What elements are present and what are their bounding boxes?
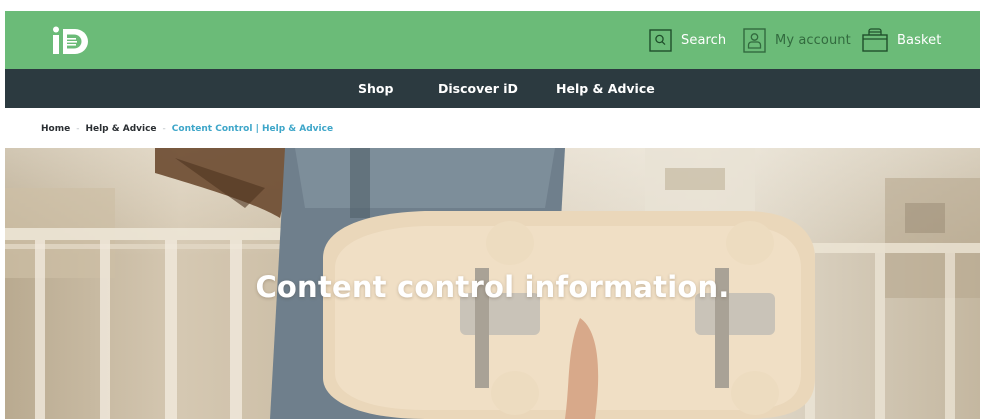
my-account-link[interactable]: My account	[743, 25, 851, 55]
nav-discover-id[interactable]: Discover iD	[438, 69, 518, 108]
breadcrumb-separator: -	[162, 124, 166, 134]
my-account-label: My account	[775, 32, 851, 48]
account-icon	[743, 27, 766, 53]
hero-title: Content control information.	[255, 270, 730, 304]
breadcrumb-home[interactable]: Home	[41, 124, 70, 134]
breadcrumb-current-page: Content Control | Help & Advice	[171, 124, 334, 134]
breadcrumb: Home - Help & Advice - Content Control |…	[41, 122, 333, 136]
search-label: Search	[681, 32, 727, 48]
nav-shop[interactable]: Shop	[358, 69, 393, 108]
search-icon	[649, 28, 672, 52]
hero-banner: Content control information.	[5, 148, 980, 419]
basket-label: Basket	[897, 32, 942, 48]
id-logo[interactable]	[51, 26, 93, 56]
basket-link[interactable]: Basket	[862, 25, 941, 55]
top-bar: Search My account Basket	[5, 11, 980, 69]
search-link[interactable]: Search	[649, 25, 726, 55]
nav-help-advice[interactable]: Help & Advice	[556, 69, 655, 108]
breadcrumb-help-advice[interactable]: Help & Advice	[85, 124, 156, 134]
basket-icon	[862, 28, 888, 52]
breadcrumb-separator: -	[76, 124, 80, 134]
main-nav: Shop Discover iD Help & Advice	[5, 69, 980, 108]
id-logo-mark	[53, 26, 88, 54]
